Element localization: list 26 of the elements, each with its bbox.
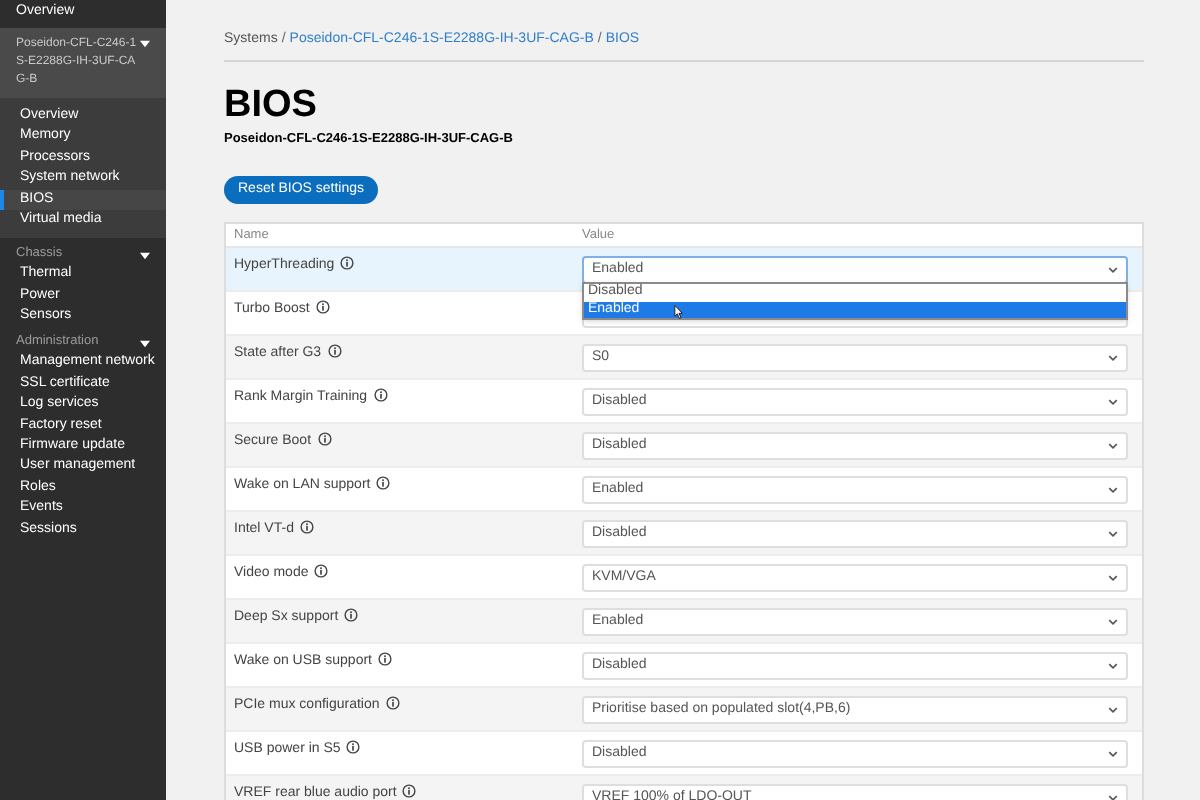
info-icon[interactable] (314, 564, 329, 579)
info-icon[interactable] (385, 696, 400, 711)
info-icon[interactable] (346, 740, 361, 755)
chevron-icon (1108, 794, 1118, 800)
chevron-icon (1108, 530, 1118, 539)
chevron-icon (1108, 574, 1118, 583)
info-icon[interactable] (340, 256, 355, 271)
chevron-icon (1108, 486, 1118, 495)
info-icon[interactable] (299, 520, 314, 535)
chevron-icon (1108, 354, 1118, 363)
info-icon[interactable] (344, 608, 359, 623)
chevron-icon (1108, 618, 1118, 627)
chevron-icon (1108, 750, 1118, 759)
chevron-icon (1108, 706, 1118, 715)
info-icon[interactable] (317, 432, 332, 447)
info-icon[interactable] (378, 652, 392, 667)
info-icon[interactable] (327, 344, 342, 359)
chevron-icon (1108, 662, 1118, 671)
page-title: BIOS (224, 85, 319, 123)
chevron-icon (1108, 398, 1118, 407)
info-icon[interactable] (376, 476, 391, 491)
chevron-icon (1108, 442, 1118, 451)
chevron-icon (1108, 266, 1118, 275)
info-icon[interactable] (402, 784, 417, 799)
info-icon[interactable] (373, 388, 388, 403)
info-icon[interactable] (315, 300, 330, 315)
